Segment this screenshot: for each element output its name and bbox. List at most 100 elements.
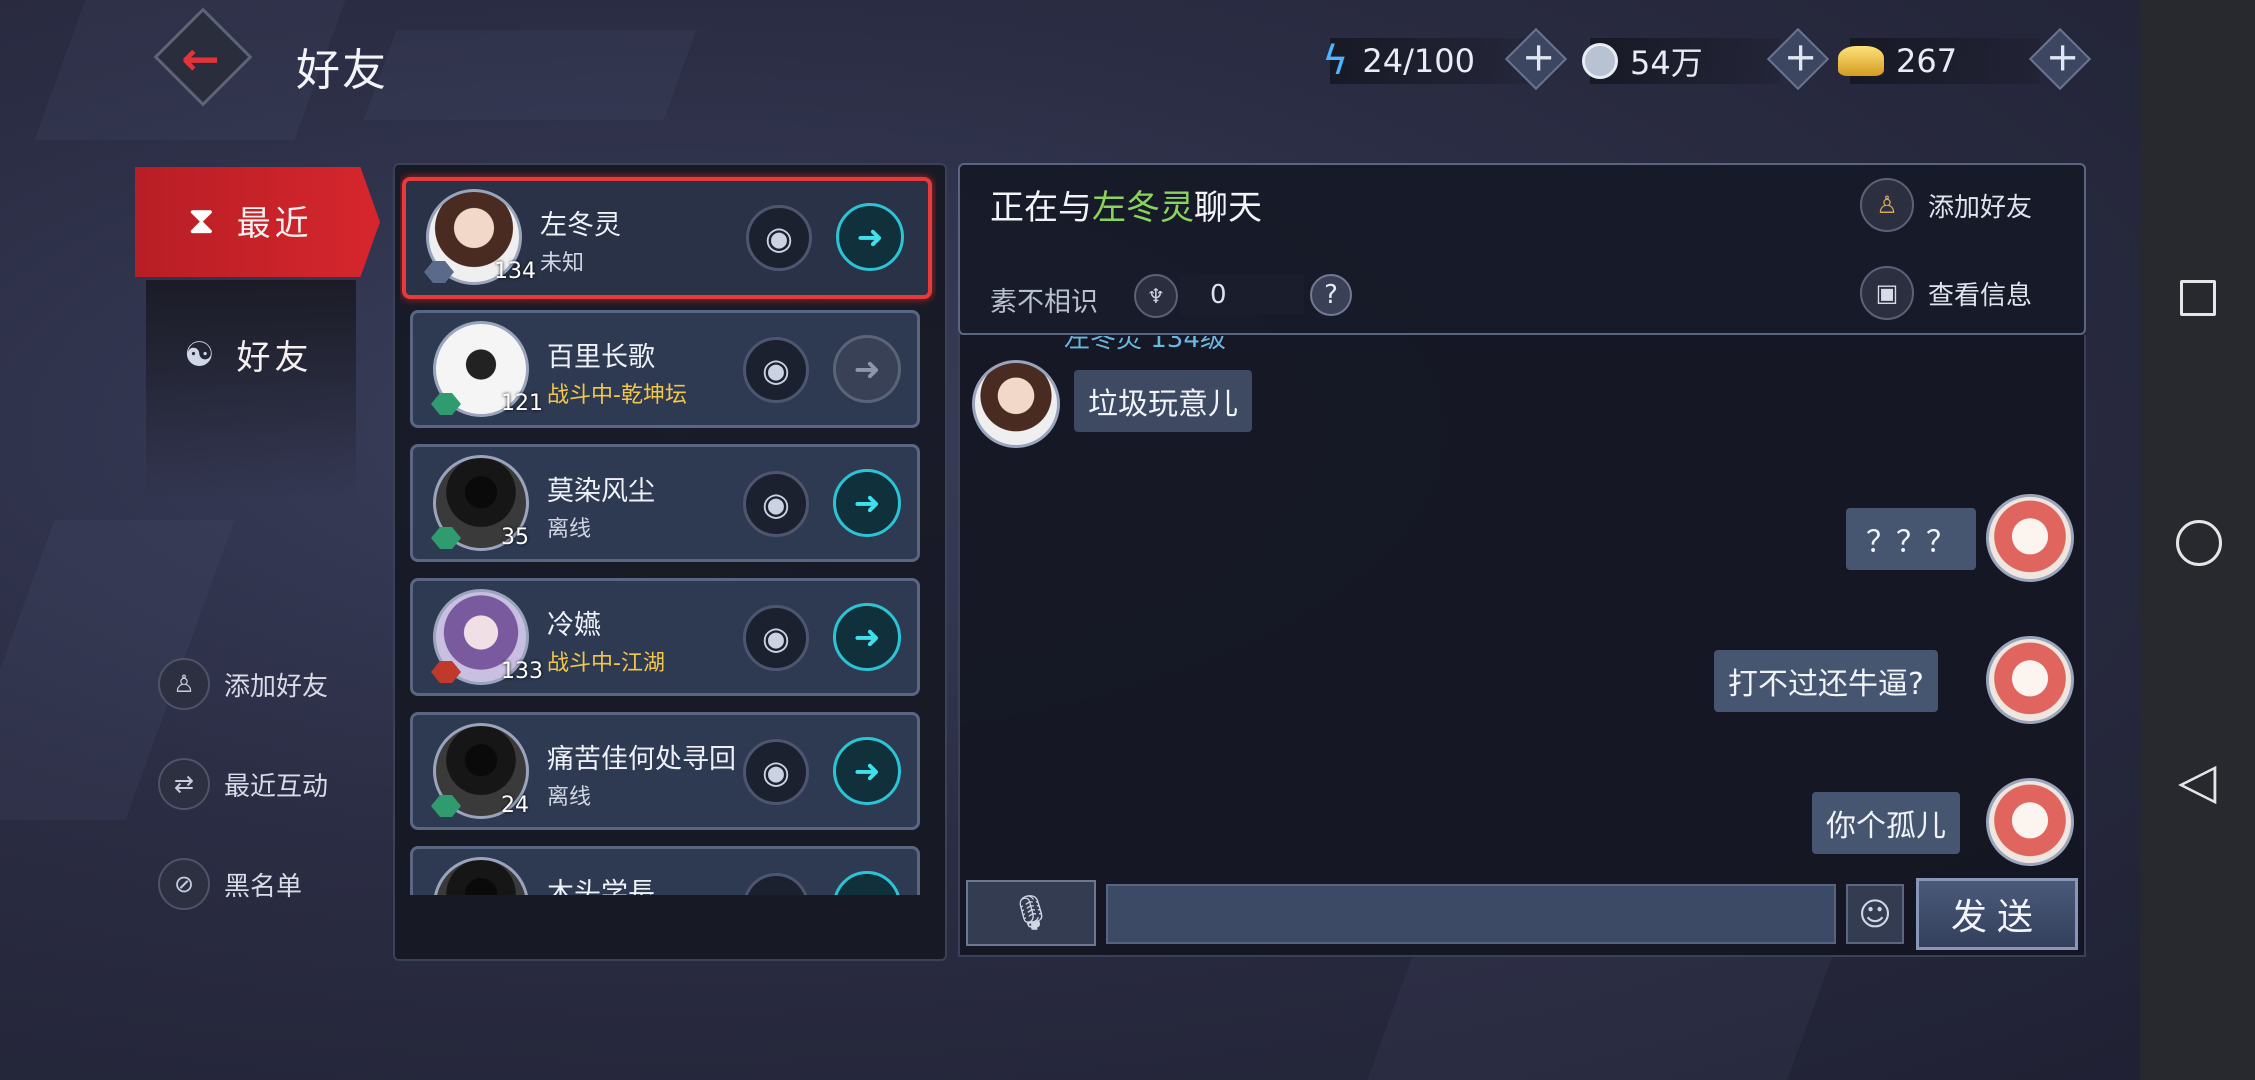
message-bubble: ？？？ (1846, 508, 1976, 570)
partner-avatar[interactable] (972, 360, 1060, 448)
gold-value: 267 (1896, 42, 1958, 80)
my-avatar[interactable] (1986, 636, 2074, 724)
blacklist-action[interactable]: ⊘ 黑名单 (158, 858, 302, 910)
relation-value: 0 (1180, 275, 1304, 315)
chat-arrow-icon: ➜ (853, 752, 881, 790)
voice-button[interactable]: 🎙 (966, 880, 1096, 946)
chat-button[interactable]: ➜ (833, 871, 901, 895)
menu-column (146, 280, 356, 500)
friend-status: 离线 (547, 517, 592, 542)
friend-card[interactable]: 24 痛苦佳何处寻回 离线 ◉ ➜ (410, 712, 920, 830)
view-eye-button[interactable]: ◉ (743, 873, 809, 895)
view-eye-button[interactable]: ◉ (746, 205, 812, 271)
back-arrow-icon: ← (181, 31, 220, 86)
friend-name: 莫染风尘 (547, 476, 655, 507)
message-bubble: 打不过还牛逼? (1714, 650, 1938, 712)
energy-resource: ϟ 24/100 (1322, 38, 1475, 84)
recent-interaction-label: 最近互动 (224, 771, 329, 802)
friend-status: 未知 (540, 251, 585, 276)
blacklist-label: 黑名单 (224, 871, 303, 902)
home-icon[interactable] (2176, 520, 2222, 566)
view-info-label: 查看信息 (1928, 280, 2033, 311)
tab-friends-label: 好友 (236, 338, 313, 378)
page-title: 好友 (296, 45, 388, 96)
chat-button[interactable]: ➜ (836, 203, 904, 271)
chat-button[interactable]: ➜ (833, 335, 901, 403)
recent-interaction-action[interactable]: ⇄ 最近互动 (158, 758, 328, 810)
chat-button[interactable]: ➜ (833, 603, 901, 671)
view-info-button[interactable]: ▣ 查看信息 (1860, 266, 2032, 320)
smiley-icon: ☺ (1858, 895, 1892, 933)
friend-card[interactable]: 121 百里长歌 战斗中-乾坤坛 ◉ ➜ (410, 310, 920, 428)
add-friend-button-label: 添加好友 (1928, 192, 2033, 223)
message-input[interactable] (1106, 884, 1836, 944)
eye-icon: ◉ (762, 887, 790, 895)
message-bubble: 垃圾玩意儿 (1074, 370, 1252, 432)
partner-header-label: 左冬灵 134级 (1064, 336, 1226, 354)
chat-title-suffix: 聊天 (1194, 188, 1262, 228)
friend-card[interactable]: 木头学長 ◉ ➜ (410, 846, 920, 895)
add-friend-action[interactable]: ♙ 添加好友 (158, 658, 328, 710)
chat-arrow-icon: ➜ (853, 350, 881, 388)
relation-icon: ♆ (1134, 274, 1178, 318)
friend-list[interactable]: 134 左冬灵 未知 ◉ ➜ 121 百里长歌 战斗中-乾坤坛 ◉ ➜ 35 莫… (400, 170, 936, 895)
friend-level: 133 (501, 659, 543, 684)
view-eye-button[interactable]: ◉ (743, 605, 809, 671)
chat-arrow-icon: ➜ (856, 218, 884, 256)
friend-level: 24 (501, 793, 529, 818)
friend-level: 134 (494, 259, 536, 284)
tab-recent-content: ⧗ 最近 (188, 196, 313, 245)
gold-ingot-icon (1838, 46, 1884, 76)
add-friend-label: 添加好友 (224, 671, 329, 702)
friend-card[interactable]: 134 左冬灵 未知 ◉ ➜ (402, 177, 932, 299)
hourglass-icon: ⧗ (188, 198, 215, 242)
plus-icon: + (1783, 34, 1818, 81)
coin-resource: 54万 (1582, 40, 1703, 82)
my-avatar[interactable] (1986, 494, 2074, 582)
friend-name: 木头学長 (547, 878, 655, 895)
friend-status: 离线 (547, 785, 592, 810)
recent-apps-icon[interactable] (2180, 280, 2216, 316)
send-button[interactable]: 发送 (1916, 878, 2078, 950)
tab-recent-label: 最近 (236, 204, 313, 244)
chat-button[interactable]: ➜ (833, 469, 901, 537)
plus-icon: + (1521, 34, 1556, 81)
friend-name: 百里长歌 (547, 342, 655, 373)
friend-avatar (433, 857, 529, 895)
chat-arrow-icon: ➜ (854, 886, 881, 895)
friend-level: 121 (501, 391, 543, 416)
add-friend-button[interactable]: ♙ 添加好友 (1860, 178, 2032, 232)
eye-icon: ◉ (762, 619, 790, 657)
view-eye-button[interactable]: ◉ (743, 739, 809, 805)
friend-status: 战斗中-乾坤坛 (547, 383, 687, 408)
add-friend-icon: ♙ (1860, 178, 1914, 232)
relation-label: 素不相识 (990, 287, 1098, 318)
eye-icon: ◉ (765, 219, 793, 257)
chat-arrow-icon: ➜ (853, 484, 881, 522)
eye-icon: ◉ (762, 485, 790, 523)
chat-button[interactable]: ➜ (833, 737, 901, 805)
background-shard (363, 30, 697, 120)
microphone-icon: 🎙 (1009, 893, 1053, 933)
eye-icon: ◉ (762, 753, 790, 791)
friend-name: 左冬灵 (540, 210, 621, 241)
interaction-icon: ⇄ (158, 758, 210, 810)
friend-status: 战斗中-江湖 (547, 651, 665, 676)
back-icon[interactable]: ◁ (2178, 752, 2216, 810)
tab-friends[interactable]: ☯ 好友 (184, 330, 312, 379)
eye-icon: ◉ (762, 351, 790, 389)
chat-arrow-icon: ➜ (853, 618, 881, 656)
profile-card-icon: ▣ (1860, 266, 1914, 320)
view-eye-button[interactable]: ◉ (743, 337, 809, 403)
chat-title: 正在与左冬灵聊天 (990, 180, 1262, 229)
help-button[interactable]: ? (1310, 274, 1352, 316)
friends-icon: ☯ (184, 334, 215, 375)
chat-title-prefix: 正在与 (990, 188, 1092, 228)
friend-card[interactable]: 35 莫染风尘 离线 ◉ ➜ (410, 444, 920, 562)
energy-value: 24/100 (1362, 42, 1475, 80)
plus-icon: + (2045, 34, 2080, 81)
view-eye-button[interactable]: ◉ (743, 471, 809, 537)
emoji-button[interactable]: ☺ (1846, 884, 1904, 944)
friend-card[interactable]: 133 冷嬿 战斗中-江湖 ◉ ➜ (410, 578, 920, 696)
my-avatar[interactable] (1986, 778, 2074, 866)
